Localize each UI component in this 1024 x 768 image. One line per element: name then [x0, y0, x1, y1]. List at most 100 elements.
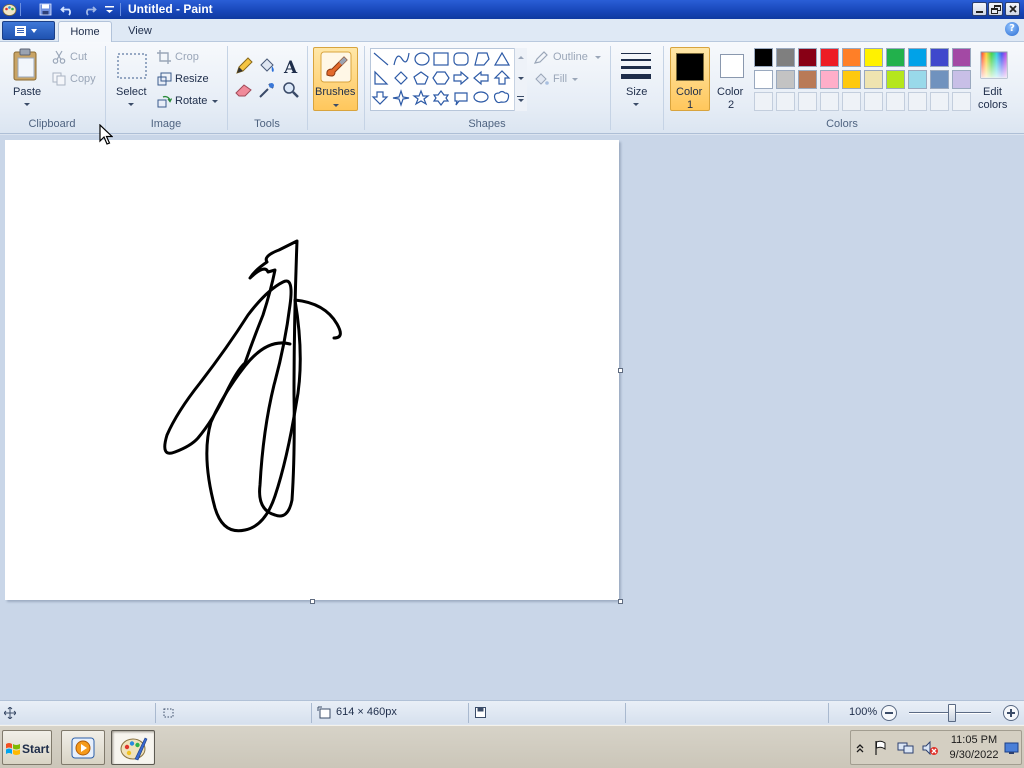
palette-swatch[interactable] [930, 48, 949, 67]
palette-swatch[interactable] [908, 70, 927, 89]
help-icon[interactable]: ? [1005, 22, 1019, 36]
quick-access-dropdown-icon[interactable] [102, 2, 117, 17]
drawing-canvas[interactable] [5, 140, 619, 600]
paint-app-icon[interactable] [2, 2, 17, 17]
brushes-button[interactable]: Brushes [313, 47, 358, 111]
fill-button[interactable]: Fill [553, 73, 567, 85]
select-button-label[interactable]: Select [116, 86, 147, 98]
palette-swatch[interactable] [842, 48, 861, 67]
clock-date[interactable]: 9/30/2022 [941, 749, 1007, 761]
resize-handle-bottom[interactable] [310, 599, 315, 604]
text-tool-icon[interactable]: A [281, 56, 301, 76]
resize-handle-right[interactable] [618, 368, 623, 373]
media-player-taskbar-button[interactable] [61, 730, 105, 765]
scissors-icon[interactable] [52, 50, 66, 64]
show-desktop-icon[interactable] [1004, 742, 1019, 755]
edit-colors-icon[interactable] [980, 51, 1008, 79]
palette-swatch[interactable] [886, 48, 905, 67]
cut-button[interactable]: Cut [70, 51, 87, 63]
paste-icon[interactable] [12, 48, 40, 82]
chevron-down-icon[interactable] [24, 103, 30, 106]
palette-swatch[interactable] [952, 70, 971, 89]
paint-menu-button[interactable] [2, 21, 55, 40]
palette-swatch[interactable] [798, 48, 817, 67]
color1-button[interactable]: Color 1 [670, 47, 710, 111]
color2-label[interactable]: Color [717, 86, 743, 98]
undo-icon[interactable] [60, 2, 75, 17]
custom-color-slot[interactable] [776, 92, 795, 111]
palette-swatch[interactable] [908, 48, 927, 67]
palette-swatch[interactable] [842, 70, 861, 89]
redo-icon[interactable] [82, 2, 97, 17]
chevron-down-icon[interactable] [128, 103, 134, 106]
custom-color-slot[interactable] [842, 92, 861, 111]
fill-icon[interactable] [533, 72, 549, 86]
custom-color-slot[interactable] [864, 92, 883, 111]
color2-swatch[interactable] [720, 54, 744, 78]
chevron-down-icon[interactable] [212, 100, 218, 103]
network-icon[interactable] [897, 740, 915, 756]
palette-swatch[interactable] [864, 48, 883, 67]
custom-color-slot[interactable] [908, 92, 927, 111]
action-center-flag-icon[interactable] [873, 740, 889, 756]
zoom-out-button[interactable] [881, 705, 897, 721]
minimize-button[interactable] [972, 2, 987, 16]
copy-icon[interactable] [52, 72, 66, 86]
custom-color-slot[interactable] [886, 92, 905, 111]
crop-button[interactable]: Crop [175, 51, 199, 63]
pencil-icon[interactable] [234, 56, 254, 76]
palette-swatch[interactable] [754, 48, 773, 67]
restore-button[interactable] [988, 2, 1003, 16]
size-button-label[interactable]: Size [626, 86, 647, 98]
palette-swatch[interactable] [820, 48, 839, 67]
rotate-button[interactable]: Rotate [175, 95, 207, 107]
eraser-icon[interactable] [234, 80, 254, 100]
rotate-icon[interactable] [157, 94, 172, 108]
volume-muted-icon[interactable] [921, 740, 939, 756]
color-picker-icon[interactable] [257, 80, 277, 100]
edit-colors-label-2[interactable]: colors [978, 99, 1007, 111]
save-icon[interactable] [38, 2, 53, 17]
fill-bucket-icon[interactable] [257, 56, 277, 76]
copy-button[interactable]: Copy [70, 73, 96, 85]
custom-color-slot[interactable] [798, 92, 817, 111]
start-button[interactable]: Start [2, 730, 52, 765]
size-icon[interactable] [619, 50, 653, 80]
tab-home[interactable]: Home [58, 21, 112, 42]
expand-gallery-icon[interactable] [518, 99, 524, 102]
shapes-scrollbar[interactable] [514, 48, 527, 111]
show-hidden-icons-icon[interactable] [856, 743, 864, 753]
custom-color-slot[interactable] [952, 92, 971, 111]
paste-button-label[interactable]: Paste [13, 86, 41, 98]
custom-color-slot[interactable] [930, 92, 949, 111]
scroll-down-icon[interactable] [518, 77, 524, 80]
palette-swatch[interactable] [776, 70, 795, 89]
resize-button[interactable]: Resize [175, 73, 209, 85]
resize-handle-corner[interactable] [618, 599, 623, 604]
outline-icon[interactable] [533, 51, 549, 65]
palette-swatch[interactable] [798, 70, 817, 89]
custom-color-slot[interactable] [754, 92, 773, 111]
chevron-down-icon[interactable] [633, 103, 639, 106]
tab-view[interactable]: View [116, 21, 164, 42]
palette-swatch[interactable] [776, 48, 795, 67]
palette-swatch[interactable] [952, 48, 971, 67]
zoom-slider-thumb[interactable] [948, 704, 956, 722]
palette-swatch[interactable] [754, 70, 773, 89]
crop-icon[interactable] [157, 50, 172, 64]
outline-button[interactable]: Outline [553, 51, 588, 63]
select-icon[interactable] [116, 52, 148, 80]
edit-colors-label[interactable]: Edit [983, 86, 1002, 98]
close-button[interactable] [1005, 2, 1020, 16]
palette-swatch[interactable] [886, 70, 905, 89]
resize-icon[interactable] [157, 72, 172, 86]
custom-color-slot[interactable] [820, 92, 839, 111]
chevron-down-icon[interactable] [595, 56, 601, 59]
chevron-down-icon[interactable] [572, 78, 578, 81]
zoom-in-button[interactable] [1003, 705, 1019, 721]
palette-swatch[interactable] [930, 70, 949, 89]
scroll-up-icon[interactable] [518, 56, 524, 59]
clock-time[interactable]: 11:05 PM [941, 734, 1007, 746]
paint-taskbar-button[interactable] [111, 730, 155, 765]
palette-swatch[interactable] [820, 70, 839, 89]
